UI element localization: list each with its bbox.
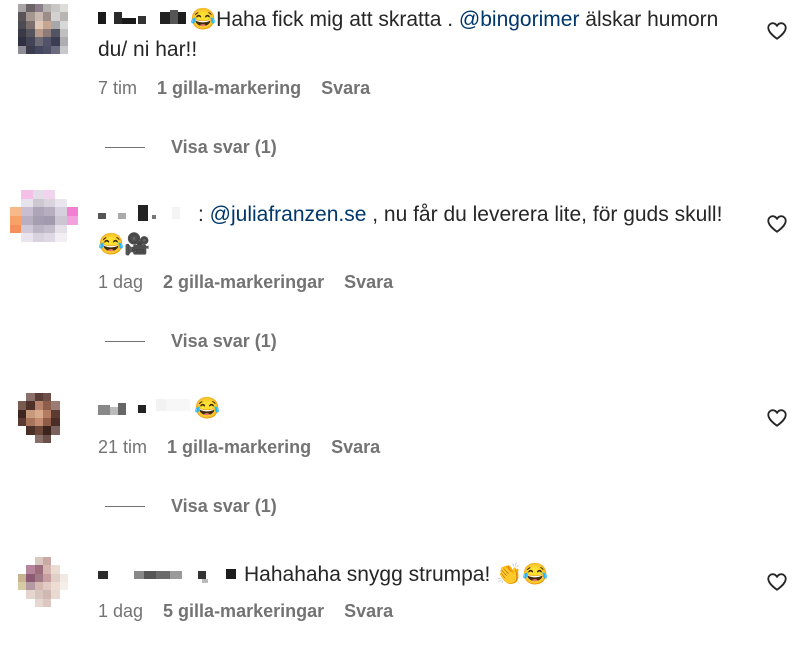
timestamp[interactable]: 21 tim [98,437,147,458]
blurred-username[interactable] [98,396,194,415]
timestamp[interactable]: 7 tim [98,78,137,99]
divider-line [105,506,145,507]
comment-text: 😂 [98,394,738,424]
reply-button[interactable]: Svara [321,78,370,99]
avatar[interactable] [18,393,68,443]
mention-link[interactable]: @bingorimer [459,8,580,31]
heart-icon[interactable] [766,571,788,593]
divider-line [105,341,145,342]
comment-text: 😂Haha fick mig att skratta . @bingorimer… [98,5,738,65]
blurred-username[interactable] [98,7,190,25]
comment-text-before: Hahahaha snygg strumpa! 👏😂 [244,563,549,586]
blurred-username[interactable] [98,202,198,221]
heart-icon[interactable] [766,213,788,235]
comment-meta: 7 tim 1 gilla-markering Svara [98,78,370,99]
avatar[interactable] [18,4,68,54]
avatar[interactable] [10,190,78,242]
avatar[interactable] [18,557,68,607]
heart-icon[interactable] [766,407,788,429]
view-replies-button[interactable]: Visa svar (1) [105,496,277,517]
likes-count[interactable]: 1 gilla-markering [167,437,311,458]
comment-text-before: 😂Haha fick mig att skratta . [190,8,459,31]
comment-meta: 1 dag 2 gilla-markeringar Svara [98,272,393,293]
view-replies-button[interactable]: Visa svar (1) [105,331,277,352]
likes-count[interactable]: 2 gilla-markeringar [163,272,324,293]
comment-text: Hahahaha snygg strumpa! 👏😂 [98,560,738,590]
divider-line [105,147,145,148]
likes-count[interactable]: 5 gilla-markeringar [163,601,324,622]
comment-text-before: : [198,203,210,226]
reply-button[interactable]: Svara [344,601,393,622]
timestamp[interactable]: 1 dag [98,601,143,622]
blurred-username[interactable] [98,562,244,583]
heart-icon[interactable] [766,20,788,42]
view-replies-label: Visa svar (1) [171,137,277,157]
comment-meta: 1 dag 5 gilla-markeringar Svara [98,601,393,622]
comment-text-before: 😂 [194,397,221,420]
view-replies-button[interactable]: Visa svar (1) [105,137,277,158]
likes-count[interactable]: 1 gilla-markering [157,78,301,99]
view-replies-label: Visa svar (1) [171,331,277,351]
comment-meta: 21 tim 1 gilla-markering Svara [98,437,380,458]
view-replies-label: Visa svar (1) [171,496,277,516]
timestamp[interactable]: 1 dag [98,272,143,293]
reply-button[interactable]: Svara [344,272,393,293]
reply-button[interactable]: Svara [331,437,380,458]
mention-link[interactable]: @juliafranzen.se [210,203,367,226]
comment-text: : @juliafranzen.se , nu får du leverera … [98,200,738,260]
